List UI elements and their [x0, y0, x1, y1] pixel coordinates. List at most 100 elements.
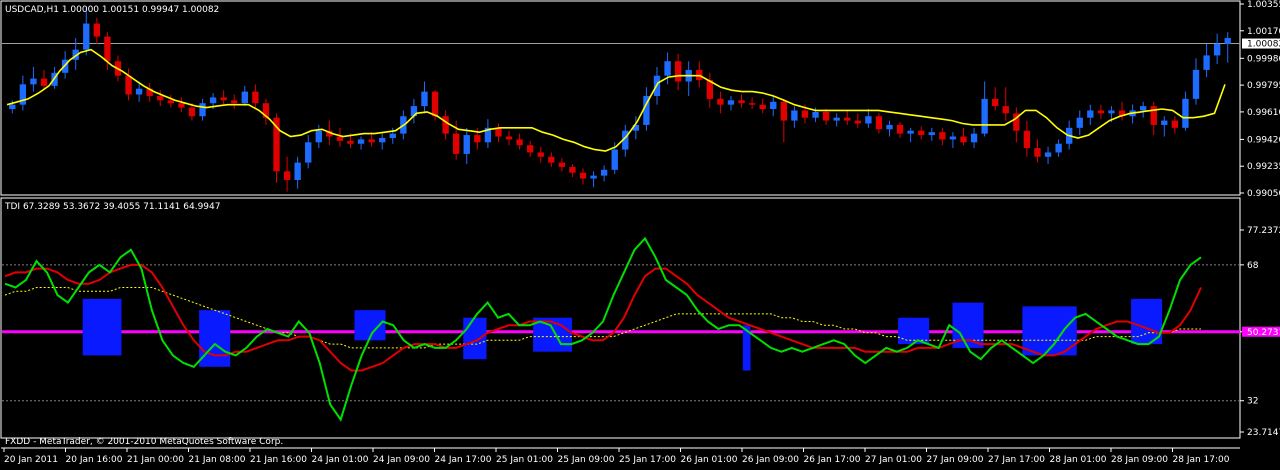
- tdi-tick-label: 77.2372: [1247, 226, 1280, 236]
- bull-candle-body: [1139, 106, 1147, 111]
- bear-candle-body: [220, 97, 227, 101]
- tdi-market-base: [4, 287, 1201, 349]
- price-tick-label: 1.00355: [1247, 0, 1280, 10]
- bear-candle-body: [674, 61, 682, 82]
- price-tick-label: 1.00170: [1247, 27, 1280, 37]
- bear-candle-body: [157, 95, 164, 101]
- tdi-volatility-block: [463, 317, 487, 360]
- bull-candle-body: [1192, 69, 1200, 99]
- time-axis-labels: 20 Jan 2011 20 Jan 16:00 21 Jan 00:00 21 Ja…: [3, 448, 1230, 465]
- bear-candle-body: [748, 103, 756, 105]
- time-tick-label: 28 Jan 01:00: [1050, 455, 1107, 465]
- bull-candle-body: [463, 135, 470, 154]
- bear-candle-body: [558, 162, 566, 167]
- time-tick-label: 27 Jan 09:00: [927, 455, 984, 465]
- bear-candle-body: [453, 133, 460, 154]
- bear-candle-body: [992, 98, 999, 107]
- price-candles: [9, 6, 1231, 192]
- bull-candle-body: [209, 97, 217, 104]
- bull-candle-body: [886, 124, 893, 130]
- bear-candle-body: [896, 124, 904, 134]
- price-tick-label: 0.99050: [1247, 189, 1280, 199]
- time-tick-label: 27 Jan 17:00: [988, 455, 1045, 465]
- bear-candle-body: [93, 23, 101, 37]
- bear-candle-body: [442, 116, 449, 134]
- copyright-footer: FXDD - MetaTrader, © 2001-2010 MetaQuote…: [5, 437, 283, 447]
- bear-candle-body: [283, 171, 291, 180]
- bull-candle-body: [590, 175, 597, 179]
- bull-candle-body: [727, 100, 735, 105]
- bear-candle-body: [474, 135, 481, 143]
- time-tick-label: 24 Jan 17:00: [435, 455, 492, 465]
- bull-candle-body: [9, 104, 16, 109]
- bull-candle-body: [305, 142, 312, 163]
- bull-candle-body: [1108, 110, 1115, 114]
- tdi-blocks: [82, 298, 1163, 371]
- bear-candle-body: [801, 110, 809, 118]
- bear-candle-body: [104, 36, 111, 62]
- bear-candle-body: [368, 139, 375, 143]
- bear-candle-body: [939, 132, 946, 140]
- time-tick-label: 24 Jan 09:00: [373, 455, 430, 465]
- bull-candle-body: [1044, 152, 1052, 157]
- time-tick-label: 26 Jan 09:00: [742, 455, 799, 465]
- bear-candle-body: [505, 136, 513, 140]
- tdi-volatility-block: [199, 310, 231, 367]
- bear-candle-body: [579, 172, 587, 179]
- bear-candle-body: [188, 107, 196, 117]
- time-tick-label: 28 Jan 17:00: [1173, 455, 1230, 465]
- bear-candle-body: [822, 111, 830, 121]
- bull-candle-body: [812, 111, 819, 118]
- time-tick-label: 20 Jan 16:00: [66, 455, 123, 465]
- bear-candle-body: [347, 140, 354, 144]
- bull-candle-body: [1182, 98, 1189, 128]
- symbol-header: USDCAD,H1 1.00000 1.00151 0.99947 1.0008…: [5, 5, 219, 15]
- bull-candle-body: [907, 130, 914, 134]
- bear-candle-body: [178, 103, 185, 108]
- bear-candle-body: [854, 120, 861, 124]
- price-moving-average: [6, 48, 1226, 152]
- bear-candle-body: [167, 100, 174, 104]
- bull-candle-body: [970, 133, 978, 143]
- bear-candle-body: [759, 104, 766, 109]
- bull-candle-body: [600, 169, 608, 176]
- bear-candle-body: [1150, 106, 1157, 125]
- bull-candle-body: [1224, 38, 1231, 44]
- bull-candle-body: [1076, 117, 1083, 128]
- bull-candle-body: [357, 139, 365, 144]
- bull-candle-body: [865, 116, 872, 124]
- bull-candle-body: [791, 110, 798, 121]
- bull-candle-body: [1203, 55, 1210, 70]
- bull-candle-body: [135, 88, 143, 95]
- tdi-mid-label: 50.2731: [1247, 328, 1280, 338]
- time-tick-label: 28 Jan 09:00: [1111, 455, 1168, 465]
- time-tick-label: 25 Jan 01:00: [496, 455, 553, 465]
- bear-candle-body: [516, 139, 523, 146]
- bear-candle-body: [548, 156, 555, 163]
- price-tick-label: 0.99980: [1247, 54, 1280, 64]
- tdi-axis: 77.2372 68 32 23.7147 50.2731: [2, 226, 1280, 438]
- bull-candle-body: [611, 149, 618, 170]
- metatrader-chart-window[interactable]: 1.00355 1.00170 0.99980 0.99795 0.99610 0.994…: [0, 0, 1280, 466]
- bear-candle-body: [875, 116, 883, 130]
- bear-candle-body: [1023, 130, 1031, 149]
- bear-candle-body: [431, 91, 439, 117]
- bear-candle-body: [844, 117, 851, 121]
- bear-candle-body: [918, 130, 925, 136]
- bear-candle-body: [780, 101, 787, 121]
- bull-candle-body: [389, 133, 396, 138]
- time-tick-label: 26 Jan 17:00: [804, 455, 861, 465]
- current-price-label: 1.00082: [1247, 40, 1280, 50]
- bear-candle-body: [526, 145, 534, 153]
- indicator-header: TDI 67.3289 53.3672 39.4055 71.1141 64.9…: [4, 202, 220, 212]
- bear-candle-body: [569, 166, 576, 173]
- tdi-tick-label: 68: [1247, 261, 1259, 271]
- bear-candle-body: [1002, 106, 1009, 114]
- bear-candle-body: [40, 78, 48, 86]
- bull-candle-body: [981, 98, 988, 134]
- time-tick-label: 21 Jan 08:00: [189, 455, 246, 465]
- bull-candle-body: [421, 91, 428, 107]
- tdi-tick-label: 32: [1247, 397, 1258, 407]
- price-tick-label: 0.99420: [1247, 135, 1280, 145]
- time-tick-label: 25 Jan 17:00: [619, 455, 676, 465]
